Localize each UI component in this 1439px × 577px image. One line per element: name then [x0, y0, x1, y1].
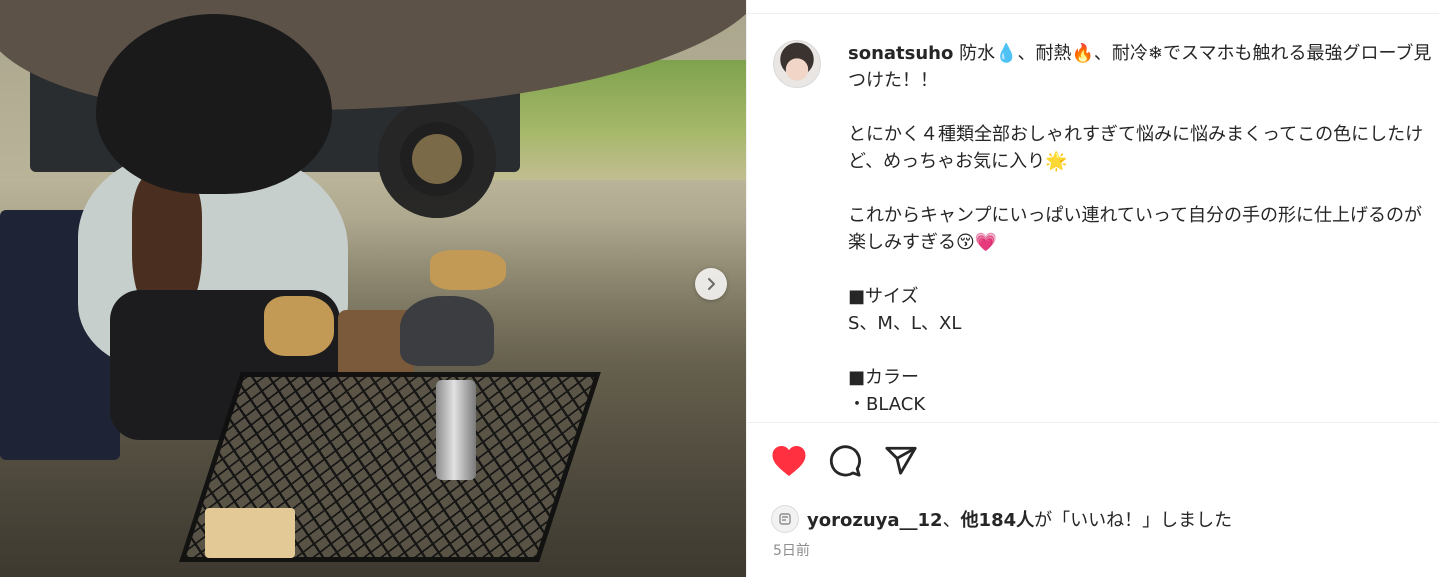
action-bar — [771, 443, 919, 479]
actions-divider — [747, 422, 1439, 423]
caption-area[interactable]: sonatsuho 防水💧、耐熱🔥、耐冷❄でスマホも触れる最強グローブ見つけた！… — [747, 14, 1439, 422]
likes-text: yorozuya__12、他184人が「いいね！」しました — [807, 506, 1232, 532]
caption-line: とにかく４種類全部おしゃれすぎて悩みに悩みまくってこの色にしたけど、めっちゃお気… — [848, 124, 1424, 172]
photo-glove-right — [430, 250, 506, 290]
post-timestamp[interactable]: 5日前 — [773, 540, 810, 560]
author-username[interactable]: sonatsuho — [848, 43, 953, 64]
likes-suffix: が「いいね！」しました — [1034, 510, 1233, 531]
share-icon — [885, 446, 917, 475]
liker-avatar[interactable] — [771, 505, 799, 533]
post-photo — [0, 0, 746, 577]
photo-table-wood — [205, 508, 295, 558]
share-button[interactable] — [883, 443, 919, 479]
post-caption: sonatsuho 防水💧、耐熱🔥、耐冷❄でスマホも触れる最強グローブ見つけた！… — [848, 40, 1438, 418]
photo-kettle — [400, 296, 494, 366]
likes-others-count[interactable]: 他184人 — [961, 510, 1035, 531]
likes-separator: 、 — [942, 510, 961, 531]
post-viewer: sonatsuho 防水💧、耐熱🔥、耐冷❄でスマホも触れる最強グローブ見つけた！… — [0, 0, 1439, 577]
author-avatar[interactable] — [773, 40, 821, 88]
caption-line: これからキャンプにいっぱい連れていって自分の手の形に仕上げるのが楽しみすぎる😚💗 — [848, 205, 1423, 253]
like-button[interactable] — [771, 443, 807, 479]
post-sidebar: sonatsuho 防水💧、耐熱🔥、耐冷❄でスマホも触れる最強グローブ見つけた！… — [746, 0, 1439, 577]
likes-summary: yorozuya__12、他184人が「いいね！」しました — [771, 504, 1232, 534]
liker-username[interactable]: yorozuya__12 — [807, 510, 943, 531]
caption-line: ■カラー — [848, 367, 920, 388]
heart-filled-icon — [772, 446, 806, 476]
caption-line: ■サイズ — [848, 286, 919, 307]
comment-icon — [829, 445, 861, 477]
photo-glove-left — [264, 296, 334, 356]
chevron-right-icon — [708, 278, 715, 290]
next-photo-button[interactable] — [695, 268, 727, 300]
liker-avatar-icon — [779, 513, 791, 525]
caption-line: S、M、L、XL — [848, 313, 962, 334]
caption-line: ・BLACK — [848, 394, 926, 415]
photo-grinder — [436, 380, 476, 480]
comment-button[interactable] — [827, 443, 863, 479]
